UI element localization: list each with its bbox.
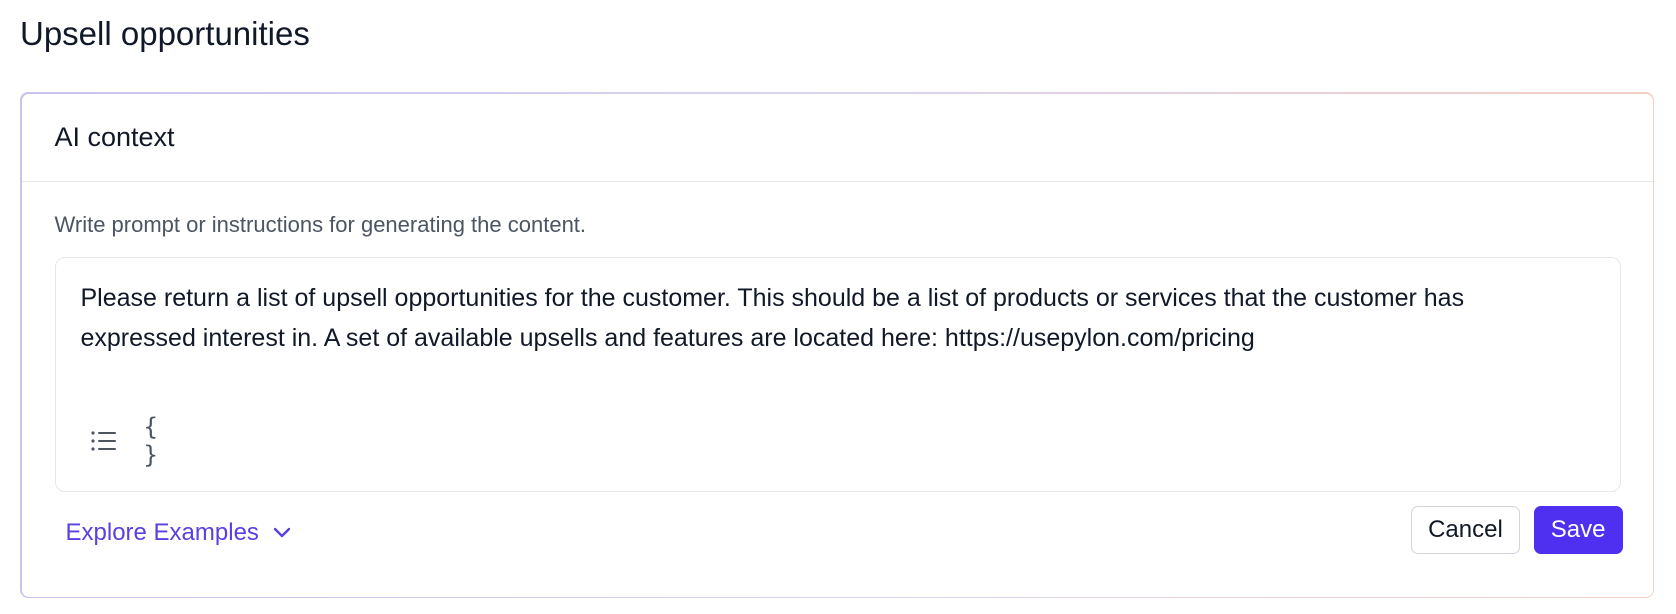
prompt-editor[interactable]: Please return a list of upsell opportuni… [54,256,1621,492]
card-header-title: AI context [54,121,175,152]
bulleted-list-icon [90,430,116,451]
ai-context-card-body: AI context Write prompt or instructions … [21,93,1653,597]
bulleted-list-button[interactable] [88,426,118,456]
page-title: Upsell opportunities [20,15,310,52]
chevron-down-icon [273,527,291,537]
prompt-editor-text[interactable]: Please return a list of upsell opportuni… [81,278,1561,358]
helper-text: Write prompt or instructions for generat… [54,211,587,237]
insert-variable-button[interactable]: { } [144,413,174,469]
save-button[interactable]: Save [1533,505,1623,554]
editor-toolbar: { } [88,413,174,469]
explore-examples-label: Explore Examples [65,518,259,546]
curly-braces-icon: { } [143,412,159,469]
cancel-button[interactable]: Cancel [1411,505,1520,554]
form-actions: Cancel Save [1411,505,1623,554]
explore-examples-toggle[interactable]: Explore Examples [66,519,291,547]
ai-context-card: AI context Write prompt or instructions … [20,92,1654,598]
card-header: AI context [21,94,1653,182]
